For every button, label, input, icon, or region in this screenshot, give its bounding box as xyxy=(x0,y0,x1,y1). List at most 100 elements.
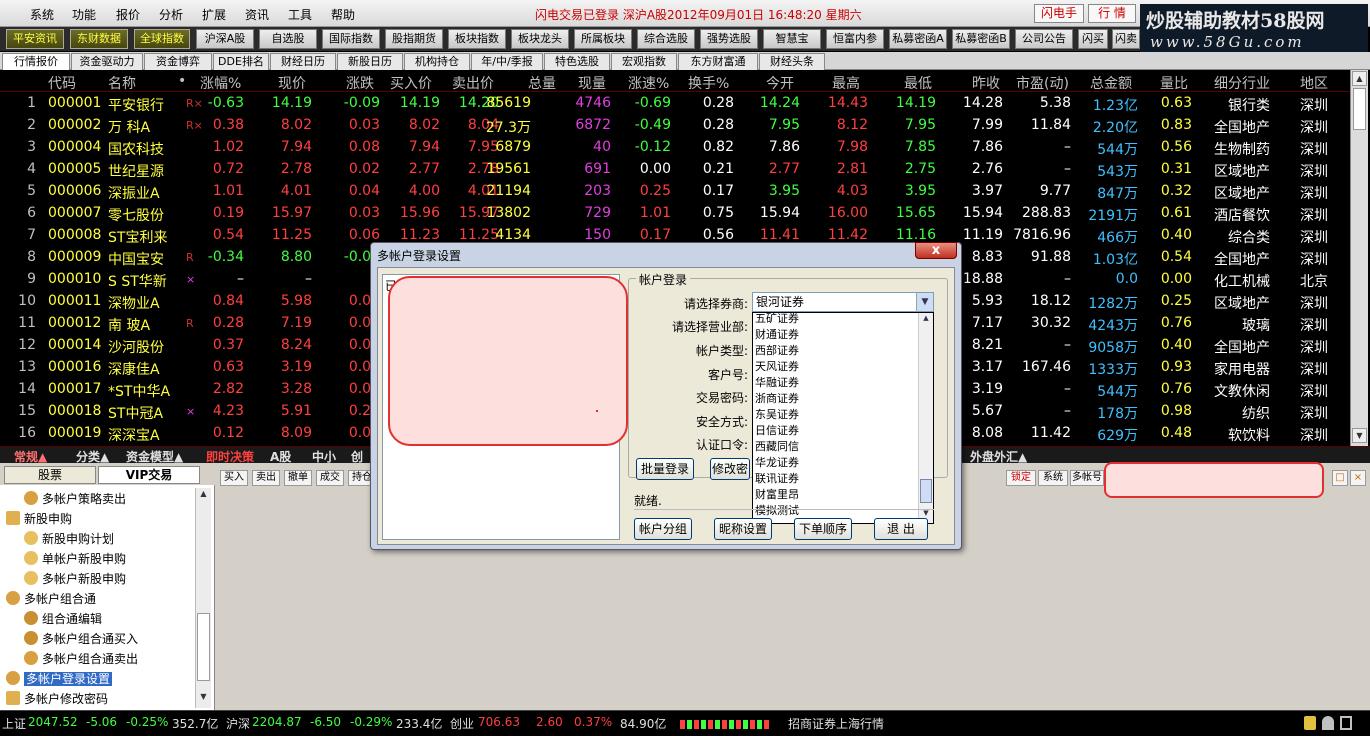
tab-quotes[interactable]: 行情报价 xyxy=(2,53,70,70)
tree-combo-edit[interactable]: 组合通编辑 xyxy=(24,610,102,627)
tree-single-ipo[interactable]: 单帐户新股申购 xyxy=(24,550,126,567)
column-header-cell[interactable]: 昨收 xyxy=(972,73,1000,93)
buy-button[interactable]: 买入 xyxy=(220,470,248,486)
toolbar-btn-combo-select[interactable]: 综合选股 xyxy=(637,29,695,49)
broker-option[interactable]: 华龙证券 xyxy=(755,454,799,470)
toolbar-btn-watchlist[interactable]: 自选股 xyxy=(259,29,317,49)
tree-multi-login-setting[interactable]: 多帐户登录设置 xyxy=(6,670,113,687)
table-row[interactable]: 4 000005 世纪星源 0.72 2.78 0.02 2.77 2.78 19561 691 0… xyxy=(0,158,1350,180)
tree-multi-strategy-sell[interactable]: 多帐户策略卖出 xyxy=(24,490,126,507)
scroll-up-icon[interactable]: ▲ xyxy=(197,489,210,502)
broker-option[interactable]: 西部证券 xyxy=(755,342,799,358)
broker-option[interactable]: 日信证券 xyxy=(755,422,799,438)
sell-button[interactable]: 卖出 xyxy=(252,470,280,486)
tree-combo-sell[interactable]: 多帐户组合通卖出 xyxy=(24,650,138,667)
column-header-cell[interactable]: • xyxy=(178,73,186,89)
btab-instant-decision[interactable]: 即时决策 xyxy=(206,448,254,464)
btab-normal[interactable]: 常规▲ xyxy=(14,448,47,464)
column-header-cell[interactable]: 涨速% xyxy=(628,73,669,93)
toolbar-btn-zhihuibao[interactable]: 智慧宝 xyxy=(763,29,821,49)
btab-a-share[interactable]: A股 xyxy=(270,448,291,464)
menu-news[interactable]: 资讯 xyxy=(245,6,269,23)
order-sequence-button[interactable]: 下单顺序 xyxy=(794,518,852,540)
column-header-cell[interactable]: 名称 xyxy=(108,73,136,93)
btab-category[interactable]: 分类▲ xyxy=(76,448,109,464)
tree-scrollbar[interactable]: ▲ ▼ xyxy=(195,488,211,708)
tab-feature-select[interactable]: 特色选股 xyxy=(544,53,610,70)
tab-fund-drive[interactable]: 资金驱动力 xyxy=(71,53,143,70)
table-row[interactable]: 5 000006 深振业A 1.01 4.01 0.04 4.00 4.01 21194 203 0… xyxy=(0,180,1350,202)
menu-help[interactable]: 帮助 xyxy=(331,6,355,23)
tab-reports[interactable]: 年/中/季报 xyxy=(471,53,543,70)
close-icon[interactable]: x xyxy=(915,242,957,259)
flash-trade-button[interactable]: 闪电手 xyxy=(1034,4,1084,23)
restore-icon[interactable]: □ xyxy=(1332,470,1348,486)
toolbar-btn-strong-select[interactable]: 强势选股 xyxy=(700,29,758,49)
column-header-cell[interactable]: 总量 xyxy=(528,73,556,93)
column-header-cell[interactable]: 涨跌 xyxy=(346,73,374,93)
menu-tools[interactable]: 工具 xyxy=(288,6,312,23)
scroll-up-icon[interactable]: ▲ xyxy=(920,314,932,326)
broker-option[interactable]: 天风证券 xyxy=(755,358,799,374)
scroll-down-icon[interactable]: ▼ xyxy=(197,692,210,705)
toolbar-btn-dongcai-data[interactable]: 东财数据 xyxy=(70,29,128,49)
column-header-cell[interactable]: 量比 xyxy=(1160,73,1188,93)
account-group-button[interactable]: 帐户分组 xyxy=(634,518,692,540)
toolbar-btn-global-index[interactable]: 全球指数 xyxy=(134,29,190,49)
toolbar-btn-sector-index[interactable]: 板块指数 xyxy=(448,29,506,49)
broker-option[interactable]: 浙商证券 xyxy=(755,390,799,406)
column-header-cell[interactable]: 涨幅% xyxy=(200,73,241,93)
deals-button[interactable]: 成交 xyxy=(316,470,344,486)
change-password-button[interactable]: 修改密 xyxy=(710,458,750,480)
tab-stock[interactable]: 股票 xyxy=(4,466,96,484)
btab-fund-model[interactable]: 资金模型▲ xyxy=(126,448,183,464)
btab-sme[interactable]: 中小 xyxy=(312,448,336,464)
column-header-cell[interactable]: 现价 xyxy=(278,73,306,93)
toolbar-btn-flash-buy[interactable]: 闪买 xyxy=(1078,29,1108,49)
tab-institution-holding[interactable]: 机构持仓 xyxy=(404,53,470,70)
tab-dde-rank[interactable]: DDE排名 xyxy=(213,53,269,70)
batch-login-button[interactable]: 批量登录 xyxy=(636,458,694,480)
nickname-setting-button[interactable]: 昵称设置 xyxy=(714,518,772,540)
tree-combo-buy[interactable]: 多帐户组合通买入 xyxy=(24,630,138,647)
quote-button[interactable]: 行 情 xyxy=(1088,4,1136,23)
broker-option[interactable]: 东吴证券 xyxy=(755,406,799,422)
tab-vip-trade[interactable]: VIP交易 xyxy=(98,466,200,484)
menu-extend[interactable]: 扩展 xyxy=(202,6,226,23)
btab-gem[interactable]: 创 xyxy=(351,448,363,464)
grid-icon[interactable] xyxy=(1340,716,1352,730)
toolbar-btn-hs-a[interactable]: 沪深A股 xyxy=(196,29,254,49)
toolbar-btn-hengfu[interactable]: 恒富内参 xyxy=(826,29,884,49)
broker-option[interactable]: 五矿证券 xyxy=(755,310,799,326)
tab-eastmoney[interactable]: 东方财富通 xyxy=(678,53,758,70)
column-header-cell[interactable]: 买入价 xyxy=(390,73,432,93)
menu-function[interactable]: 功能 xyxy=(72,6,96,23)
tab-finance-calendar[interactable]: 财经日历 xyxy=(270,53,336,70)
column-header-cell[interactable]: 卖出价 xyxy=(452,73,494,93)
tab-headlines[interactable]: 财经头条 xyxy=(759,53,825,70)
column-header-cell[interactable]: 细分行业 xyxy=(1214,73,1270,93)
tree-multi-combo[interactable]: 多帐户组合通 xyxy=(6,590,96,607)
toolbar-btn-own-sector[interactable]: 所属板块 xyxy=(574,29,632,49)
column-header-cell[interactable]: 最高 xyxy=(832,73,860,93)
tree-ipo-plan[interactable]: 新股申购计划 xyxy=(24,530,114,547)
table-row[interactable]: 2 000002 万 科A R× 0.38 8.02 0.03 8.02 8.04 27.3万 68… xyxy=(0,114,1350,136)
table-row[interactable]: 3 000004 国农科技 1.02 7.94 0.08 7.94 7.95 6879 40 -0.… xyxy=(0,136,1350,158)
lock-button[interactable]: 锁定 xyxy=(1006,470,1036,486)
toolbar-btn-futures[interactable]: 股指期货 xyxy=(385,29,443,49)
broker-option[interactable]: 财通证券 xyxy=(755,326,799,342)
scroll-thumb[interactable] xyxy=(1353,88,1366,130)
column-header-cell[interactable]: 代码 xyxy=(48,73,76,93)
btab-foreign[interactable]: 外盘外汇▲ xyxy=(970,448,1027,464)
close-icon[interactable]: × xyxy=(1350,470,1366,486)
scroll-up-icon[interactable]: ▲ xyxy=(1352,71,1367,86)
broker-option[interactable]: 西藏同信 xyxy=(755,438,799,454)
tree-multi-ipo[interactable]: 多帐户新股申购 xyxy=(24,570,126,587)
multi-account-button[interactable]: 多帐号 xyxy=(1070,470,1104,486)
toolbar-btn-pingan-news[interactable]: 平安资讯 xyxy=(6,29,64,49)
toolbar-btn-private-b[interactable]: 私募密函B xyxy=(952,29,1010,49)
toolbar-btn-private-a[interactable]: 私募密函A xyxy=(889,29,947,49)
tree-ipo-subscribe[interactable]: 新股申购 xyxy=(6,510,72,527)
broker-option[interactable]: 华融证券 xyxy=(755,374,799,390)
menu-analysis[interactable]: 分析 xyxy=(159,6,183,23)
